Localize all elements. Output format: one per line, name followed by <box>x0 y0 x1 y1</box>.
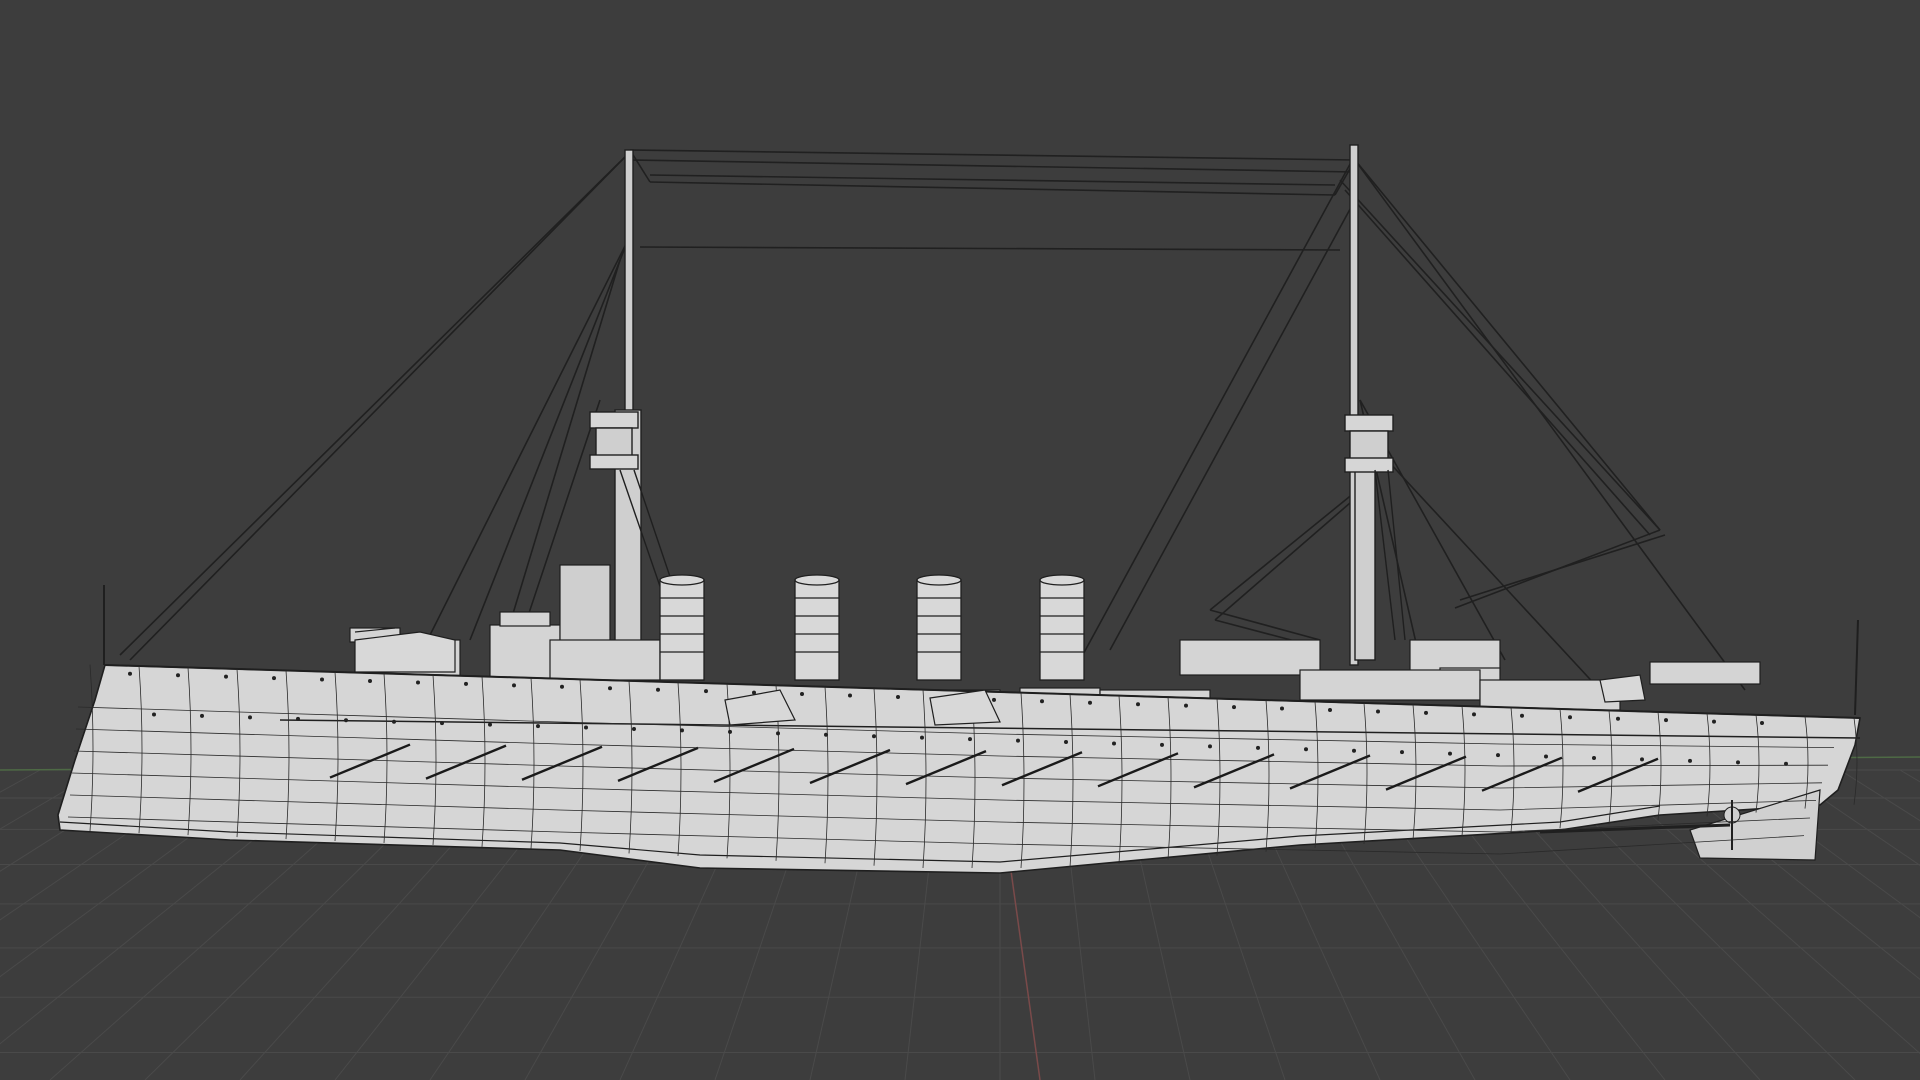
porthole <box>1376 709 1380 714</box>
porthole <box>248 715 252 720</box>
porthole <box>440 721 444 726</box>
porthole <box>584 725 588 730</box>
porthole <box>392 719 396 724</box>
porthole <box>1208 744 1212 749</box>
porthole <box>632 726 636 731</box>
porthole <box>1784 761 1788 766</box>
porthole <box>1256 745 1260 750</box>
porthole <box>1640 757 1644 762</box>
porthole <box>800 692 804 697</box>
3d-viewport[interactable] <box>0 0 1920 1080</box>
porthole <box>1088 700 1092 705</box>
porthole <box>368 679 372 684</box>
porthole <box>1424 710 1428 715</box>
porthole <box>128 671 132 676</box>
porthole <box>1448 751 1452 756</box>
porthole <box>968 737 972 742</box>
porthole <box>1352 748 1356 753</box>
funnel-cap <box>916 574 962 586</box>
porthole <box>896 694 900 699</box>
porthole <box>1736 760 1740 765</box>
porthole <box>1760 721 1764 726</box>
porthole <box>200 713 204 718</box>
porthole <box>776 731 780 736</box>
funnel <box>916 579 962 681</box>
porthole <box>536 724 540 729</box>
porthole <box>920 735 924 740</box>
porthole <box>872 734 876 739</box>
porthole <box>1664 718 1668 723</box>
porthole <box>152 712 156 717</box>
porthole <box>296 716 300 721</box>
porthole <box>1544 754 1548 759</box>
funnel-cap <box>659 574 705 586</box>
porthole <box>1184 703 1188 708</box>
funnels <box>659 574 1085 681</box>
porthole <box>464 681 468 686</box>
funnel-cap <box>794 574 840 586</box>
porthole <box>320 677 324 682</box>
porthole <box>1280 706 1284 711</box>
porthole <box>1016 738 1020 743</box>
porthole <box>1064 740 1068 745</box>
porthole <box>680 728 684 733</box>
porthole <box>1712 719 1716 724</box>
porthole <box>1136 702 1140 707</box>
porthole <box>704 689 708 694</box>
porthole <box>488 722 492 727</box>
funnel <box>659 579 705 681</box>
porthole <box>1616 716 1620 721</box>
porthole <box>1160 742 1164 747</box>
porthole <box>824 732 828 737</box>
porthole <box>224 674 228 679</box>
porthole <box>1400 750 1404 755</box>
porthole <box>1592 755 1596 760</box>
viewport-canvas[interactable] <box>0 0 1920 1080</box>
porthole <box>1688 758 1692 763</box>
porthole <box>416 680 420 685</box>
porthole <box>1304 747 1308 752</box>
porthole <box>176 673 180 678</box>
porthole <box>1472 712 1476 717</box>
porthole <box>1568 715 1572 720</box>
porthole <box>1232 705 1236 710</box>
porthole <box>848 693 852 698</box>
porthole <box>512 683 516 688</box>
porthole <box>608 686 612 691</box>
funnel <box>1039 579 1085 681</box>
porthole <box>344 718 348 723</box>
funnel <box>794 579 840 681</box>
porthole <box>1112 741 1116 746</box>
porthole <box>728 729 732 734</box>
porthole <box>656 687 660 692</box>
porthole <box>1040 699 1044 704</box>
porthole <box>1328 707 1332 712</box>
funnel-cap <box>1039 574 1085 586</box>
porthole <box>1496 753 1500 758</box>
porthole <box>560 684 564 689</box>
porthole <box>272 676 276 681</box>
porthole <box>1520 713 1524 718</box>
porthole <box>992 697 996 702</box>
